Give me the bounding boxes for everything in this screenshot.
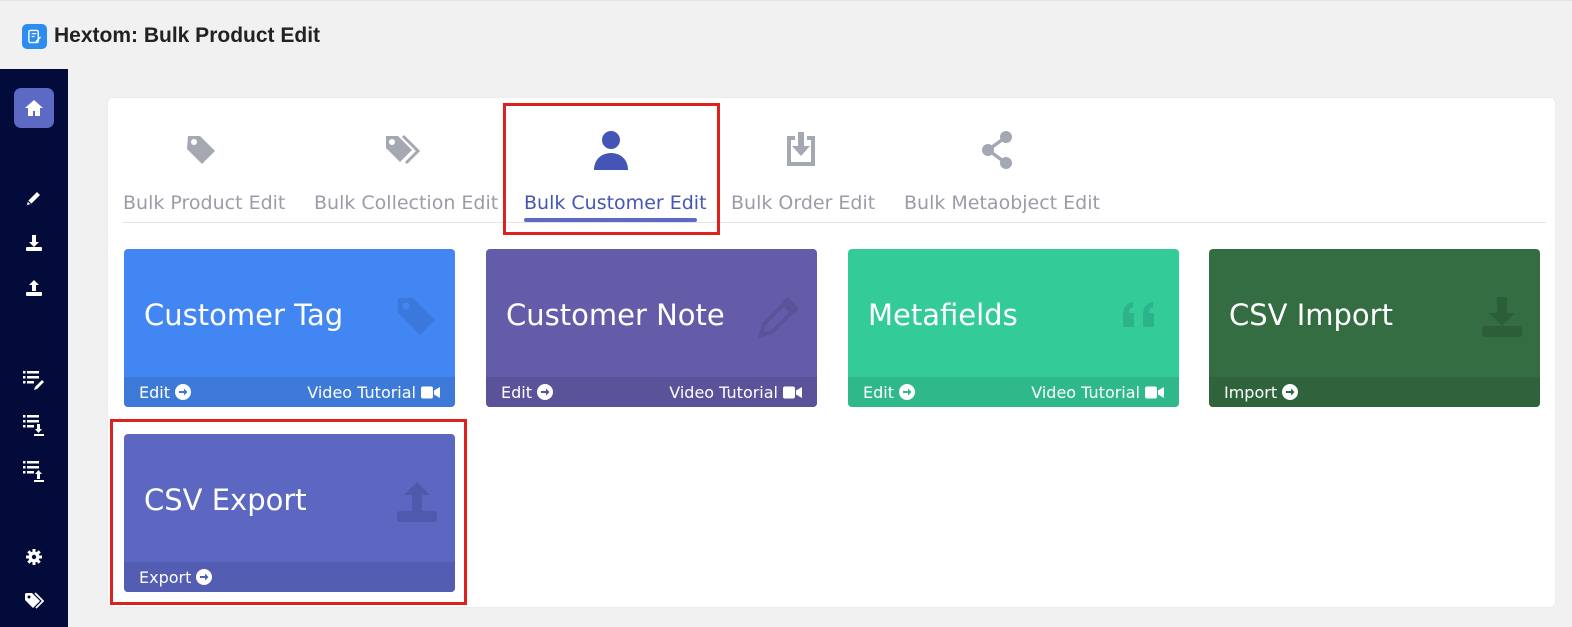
share-icon: [982, 131, 1012, 169]
app-icon: [22, 24, 47, 49]
video-tutorial-link[interactable]: Video Tutorial: [307, 383, 440, 402]
list-download-icon: [23, 415, 44, 436]
tab-label: Bulk Product Edit: [123, 192, 286, 214]
link-label: Edit: [501, 382, 532, 402]
list-pencil-icon: [23, 371, 44, 390]
video-icon: [783, 386, 802, 398]
card-footer: Edit Video Tutorial: [486, 377, 817, 407]
video-icon: [1145, 386, 1164, 398]
card-footer: Edit Video Tutorial: [124, 377, 455, 407]
link-label: Edit: [863, 382, 894, 402]
download-icon: [1482, 297, 1522, 337]
gear-icon: [26, 549, 42, 565]
card-metafields[interactable]: Metafields Edit Video Tutorial: [848, 249, 1179, 407]
sidebar-item-list-edit[interactable]: [14, 360, 54, 400]
card-customer-note[interactable]: Customer Note Edit Video Tutorial: [486, 249, 817, 407]
card-title: CSV Import: [1229, 298, 1393, 332]
edit-link[interactable]: Edit: [501, 383, 553, 402]
card-title: Customer Tag: [144, 298, 344, 332]
video-tutorial-link[interactable]: Video Tutorial: [669, 383, 802, 402]
sidebar-item-export[interactable]: [14, 268, 54, 308]
video-tutorial-link[interactable]: Video Tutorial: [1031, 383, 1164, 402]
sidebar-item-tags[interactable]: [14, 581, 54, 621]
pencil-icon: [758, 297, 799, 338]
import-link[interactable]: Import: [1224, 382, 1299, 402]
tag-icon: [187, 136, 215, 164]
arrow-circle-right-icon: [898, 384, 915, 400]
tutorial-label: Video Tutorial: [669, 382, 778, 402]
sidebar-item-settings[interactable]: [14, 537, 54, 577]
tab-label: Bulk Metaobject Edit: [904, 192, 1100, 214]
card-customer-tag[interactable]: Customer Tag Edit Video Tutorial: [124, 249, 455, 407]
upload-icon: [26, 280, 42, 296]
highlight-box-active-tab: [503, 103, 720, 235]
arrow-circle-right-icon: [536, 384, 553, 400]
card-footer: Edit Video Tutorial: [848, 377, 1179, 407]
video-icon: [421, 386, 440, 398]
highlight-box-csv-export: [110, 419, 467, 605]
tab-bulk-product-edit[interactable]: Bulk Product Edit: [123, 128, 286, 223]
app-header: Hextom: Bulk Product Edit: [0, 0, 1572, 69]
sidebar-item-list-export[interactable]: [14, 451, 54, 491]
tab-bar: Bulk Product Edit Bulk Collection Edit B…: [108, 98, 1555, 223]
sidebar-item-list-import[interactable]: [14, 405, 54, 445]
card-footer: Import: [1209, 377, 1540, 407]
pencil-icon: [27, 192, 40, 205]
tab-label: Bulk Collection Edit: [314, 192, 499, 214]
edit-link[interactable]: Edit: [139, 383, 191, 402]
sidebar: [0, 69, 68, 627]
tab-bulk-metaobject-edit[interactable]: Bulk Metaobject Edit: [904, 128, 1100, 223]
card-title: Customer Note: [506, 298, 725, 332]
quote-icon: [1123, 302, 1154, 327]
arrow-circle-right-icon: [1282, 384, 1299, 400]
card-csv-import[interactable]: CSV Import Import: [1209, 249, 1540, 407]
tutorial-label: Video Tutorial: [1031, 382, 1140, 402]
tab-divider: [122, 222, 1546, 223]
tab-label: Bulk Order Edit: [731, 192, 876, 214]
link-label: Import: [1224, 382, 1278, 402]
list-upload-icon: [23, 461, 44, 482]
tags-icon: [25, 592, 44, 609]
tag-icon: [398, 298, 435, 335]
download-icon: [26, 235, 42, 251]
sidebar-item-home[interactable]: [14, 88, 54, 128]
sidebar-item-import[interactable]: [14, 223, 54, 263]
sidebar-item-edit[interactable]: [14, 178, 54, 218]
link-label: Edit: [139, 382, 170, 402]
tab-bulk-collection-edit[interactable]: Bulk Collection Edit: [314, 128, 499, 223]
tab-bulk-order-edit[interactable]: Bulk Order Edit: [731, 128, 876, 223]
app-title: Hextom: Bulk Product Edit: [54, 24, 321, 47]
tags-icon: [386, 134, 421, 165]
arrow-circle-right-icon: [174, 384, 191, 400]
edit-link[interactable]: Edit: [863, 383, 915, 402]
home-icon: [25, 100, 43, 116]
download-box-icon: [787, 132, 815, 166]
tutorial-label: Video Tutorial: [307, 382, 416, 402]
card-title: Metafields: [868, 298, 1018, 332]
